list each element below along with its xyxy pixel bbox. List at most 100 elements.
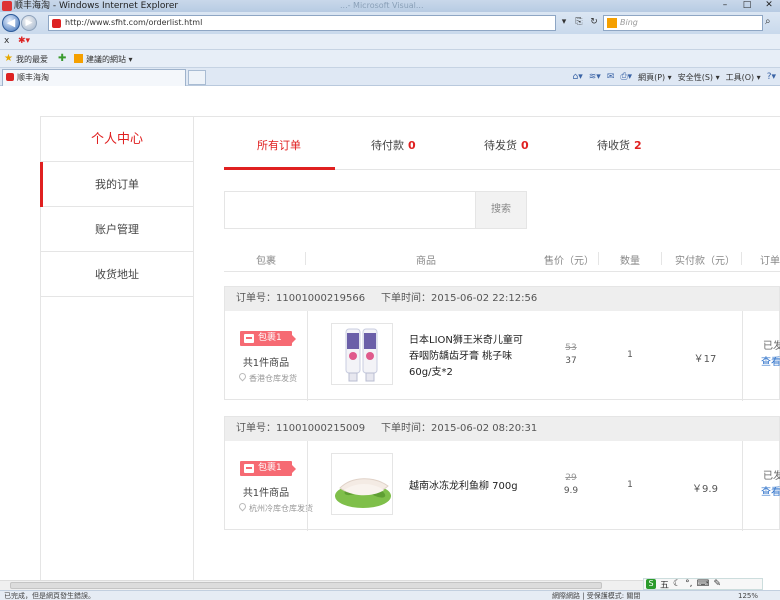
order-search-input[interactable] <box>224 191 475 229</box>
tab-pending-receipt[interactable]: 待收货 2 <box>597 137 642 153</box>
column-divider <box>742 441 743 531</box>
horizontal-scrollbar-thumb[interactable] <box>10 582 602 589</box>
quantity: 1 <box>627 350 633 360</box>
site-favicon-icon <box>52 19 61 28</box>
product-image[interactable] <box>331 453 393 515</box>
package-item-count: 共1件商品 <box>242 488 290 499</box>
ime-toolbar: S 五 ☾ °, ⌨ ✎ <box>643 578 763 591</box>
ime-mode[interactable]: 五 <box>660 578 669 591</box>
compat-view-icon[interactable]: ▾ <box>558 16 570 29</box>
ime-logo-icon[interactable]: S <box>646 579 656 589</box>
tab-pending-shipment-label: 待发货 <box>484 139 517 152</box>
tab-all-orders-label: 所有订单 <box>257 139 301 152</box>
browser-tab-active[interactable]: 顺丰海淘 <box>2 69 186 86</box>
view-order-link[interactable]: 查看 <box>761 353 780 368</box>
ime-moon-icon[interactable]: ☾ <box>673 579 681 589</box>
back-button[interactable]: ◀ <box>2 14 20 32</box>
original-price: 29 <box>565 473 577 483</box>
header-separator <box>741 252 742 265</box>
tab-pending-payment-count: 0 <box>408 139 416 152</box>
background-window-title: ...- Microsoft Visual... <box>340 1 424 10</box>
ime-punct-icon[interactable]: °, <box>685 579 692 589</box>
search-go-icon[interactable]: ⌕ <box>765 16 771 27</box>
order-card: 订单号：11001000215009 下单时间：2015-06-02 08:20… <box>224 416 780 531</box>
sale-price: 9.9 <box>563 486 579 496</box>
favorites-label[interactable]: 我的最爱 <box>16 54 48 65</box>
command-bar: ⌂▾ ≋▾ ✉ ⎙▾ 網頁(P) ▾ 安全性(S) ▾ 工具(O) ▾ ?▾ <box>573 70 780 84</box>
favorites-add-icon[interactable]: ✱▾ <box>18 36 30 46</box>
header-price: 售价（元） <box>544 256 594 267</box>
status-bar: 已完成，但是網頁發生錯誤。 網際網路 | 受保護模式: 關閉 125% <box>0 590 780 600</box>
order-time: 下单时间：2015-06-02 08:20:31 <box>381 423 538 434</box>
paid-amount: ￥9.9 <box>692 484 718 495</box>
product-name[interactable]: 日本LION狮王米奇儿童可 吞咽防龋齿牙膏 桃子味 60g/支*2 <box>409 333 529 381</box>
product-image[interactable] <box>331 323 393 385</box>
new-tab-button[interactable] <box>188 70 206 85</box>
tab-pending-shipment[interactable]: 待发货 0 <box>484 137 529 153</box>
header-separator <box>598 252 599 265</box>
help-icon[interactable]: ?▾ <box>767 72 776 82</box>
ime-keyboard-icon[interactable]: ⌨ <box>696 579 709 589</box>
quantity: 1 <box>627 480 633 490</box>
header-order: 订单 <box>760 256 780 267</box>
sidebar-item-orders[interactable]: 我的订单 <box>40 162 193 207</box>
favorites-bar: ★ 我的最爱 ✚ 建議的網站 ▾ <box>0 50 780 68</box>
close-window-button[interactable]: ✕ <box>758 0 780 12</box>
security-zone: 網際網路 | 受保護模式: 關閉 <box>552 592 641 600</box>
tab-all-orders[interactable]: 所有订单 <box>257 137 301 153</box>
feeds-icon[interactable]: ≋▾ <box>589 72 601 82</box>
suggested-sites[interactable]: 建議的網站 ▾ <box>74 54 133 65</box>
print-icon[interactable]: ⎙▾ <box>620 72 632 82</box>
forward-button[interactable]: ▶ <box>21 15 37 31</box>
minimize-button[interactable]: – <box>714 0 736 12</box>
order-search-button[interactable]: 搜索 <box>475 191 527 229</box>
tools-menu[interactable]: 工具(O) ▾ <box>726 72 761 83</box>
refresh-icon[interactable]: ↻ <box>588 16 600 29</box>
address-input[interactable]: http://www.sfht.com/orderlist.html <box>48 15 556 31</box>
view-order-link[interactable]: 查看 <box>761 483 780 498</box>
bing-icon <box>607 18 617 28</box>
sidebar-title: 个人中心 <box>41 117 193 162</box>
header-qty: 数量 <box>620 256 640 267</box>
ime-settings-icon[interactable]: ✎ <box>713 579 721 589</box>
window-controls: – □ ✕ <box>714 0 780 12</box>
horizontal-scrollbar[interactable] <box>0 580 643 590</box>
home-icon[interactable]: ⌂▾ <box>573 72 583 82</box>
address-url: http://www.sfht.com/orderlist.html <box>65 18 203 27</box>
search-engine-input[interactable]: Bing <box>603 15 763 31</box>
tab-pending-receipt-label: 待收货 <box>597 139 630 152</box>
add-favorite-icon[interactable]: ✚ <box>58 53 66 64</box>
product-name[interactable]: 越南冰冻龙利鱼柳 700g <box>409 479 529 495</box>
menu-bar: x ✱▾ <box>0 34 780 50</box>
active-tab-underline <box>224 167 335 170</box>
header-product: 商品 <box>416 256 436 267</box>
package-icon <box>244 334 254 343</box>
header-package: 包裹 <box>256 256 276 267</box>
page-menu[interactable]: 網頁(P) ▾ <box>638 72 672 83</box>
maximize-button[interactable]: □ <box>736 0 758 12</box>
column-divider <box>742 311 743 401</box>
close-tab-icon[interactable]: x <box>4 36 9 46</box>
favorites-star-icon[interactable]: ★ <box>4 53 13 64</box>
header-separator <box>661 252 662 265</box>
page-viewport: 个人中心 我的订单 账户管理 收货地址 所有订单 待付款 0 待发货 0 待收货 2 … <box>0 87 780 580</box>
tab-favicon-icon <box>6 73 14 81</box>
window-title: 顺丰海淘 - Windows Internet Explorer <box>14 1 179 11</box>
mail-icon[interactable]: ✉ <box>607 72 615 82</box>
order-header: 订单号：11001000215009 下单时间：2015-06-02 08:20… <box>225 417 779 441</box>
tab-pending-payment-label: 待付款 <box>371 139 404 152</box>
tab-pending-payment[interactable]: 待付款 0 <box>371 137 416 153</box>
package-badge: 包裹1 <box>240 461 296 476</box>
address-bar-row: ◀ ▶ http://www.sfht.com/orderlist.html ▾… <box>0 12 780 34</box>
zoom-level[interactable]: 125% <box>738 591 758 600</box>
search-engine-placeholder: Bing <box>620 18 638 27</box>
package-icon <box>244 464 254 473</box>
sale-price: 37 <box>565 356 577 366</box>
safety-menu[interactable]: 安全性(S) ▾ <box>678 72 720 83</box>
rss-icon[interactable]: ⎘ <box>573 16 585 29</box>
sidebar-item-account[interactable]: 账户管理 <box>41 207 193 252</box>
sidebar-item-address[interactable]: 收货地址 <box>41 252 193 297</box>
status-text: 已完成，但是網頁發生錯誤。 <box>4 592 95 600</box>
account-sidebar: 个人中心 我的订单 账户管理 收货地址 <box>40 116 194 580</box>
package-warehouse-text: 香港仓库发货 <box>249 374 297 383</box>
